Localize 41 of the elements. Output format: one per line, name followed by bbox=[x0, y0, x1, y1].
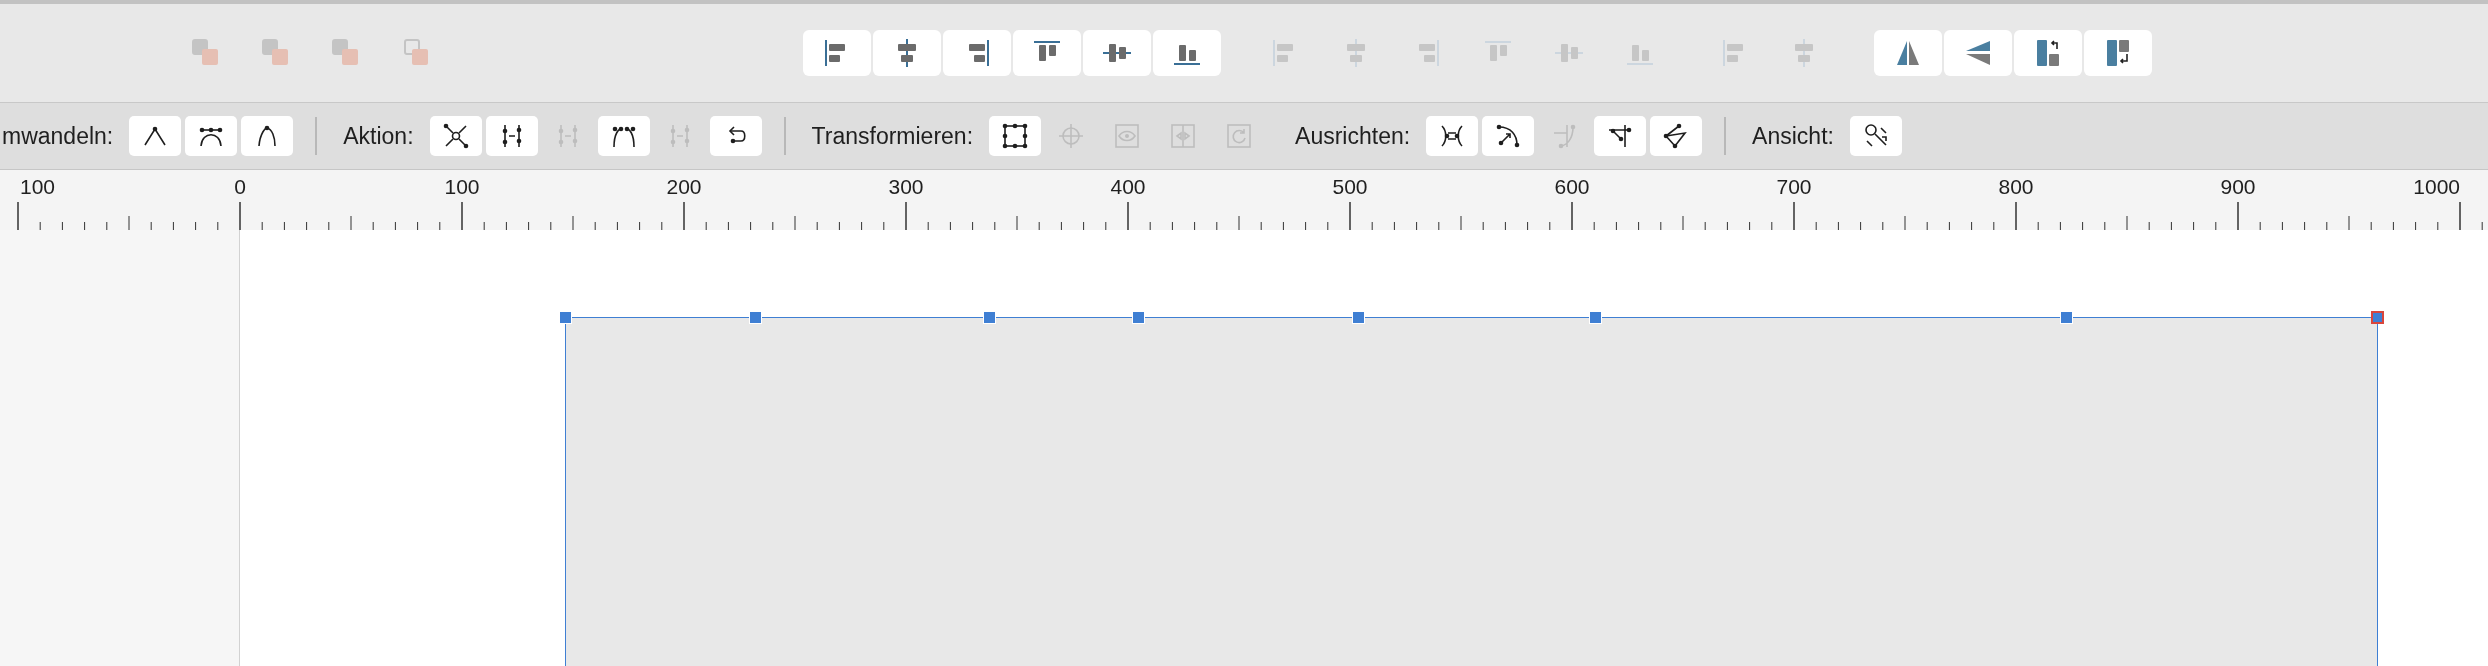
ruler-label: 900 bbox=[2220, 175, 2256, 198]
ruler-label: 100 bbox=[444, 175, 480, 198]
node-tool-button[interactable] bbox=[1849, 116, 1902, 156]
ruler-label: 600 bbox=[1554, 175, 1590, 198]
toolbar-label: Aktion: bbox=[343, 121, 414, 151]
toolbar-button[interactable] bbox=[873, 30, 941, 76]
ruler-label: 800 bbox=[1998, 175, 2034, 198]
node-tool-button[interactable] bbox=[129, 116, 182, 156]
node-tool-button[interactable] bbox=[1482, 116, 1535, 156]
node-tool-button[interactable] bbox=[485, 116, 538, 156]
toolbar-button[interactable] bbox=[2014, 30, 2082, 76]
node-tool-button[interactable] bbox=[241, 116, 294, 156]
node-tool-button[interactable] bbox=[709, 116, 762, 156]
node-tool-button[interactable] bbox=[1594, 116, 1647, 156]
toolbar-button[interactable] bbox=[1944, 30, 2012, 76]
toolbar-button[interactable] bbox=[2084, 30, 2152, 76]
toolbar-button[interactable] bbox=[1083, 30, 1151, 76]
toolbar-label: Transformieren: bbox=[811, 121, 974, 151]
node-tool-button[interactable] bbox=[429, 116, 482, 156]
toolbar-button[interactable] bbox=[1013, 30, 1081, 76]
node-tool-button[interactable] bbox=[597, 116, 650, 156]
toolbar-label: Ansicht: bbox=[1752, 121, 1834, 151]
toolbar-button[interactable] bbox=[803, 30, 871, 76]
ruler-label: 200 bbox=[666, 175, 702, 198]
toolbar-button[interactable] bbox=[943, 30, 1011, 76]
node-tool-button[interactable] bbox=[185, 116, 238, 156]
node-tool-button[interactable] bbox=[1426, 116, 1479, 156]
toolbar-button[interactable] bbox=[1874, 30, 1942, 76]
selection-handle[interactable] bbox=[2371, 311, 2384, 324]
ruler-label: 100 bbox=[20, 175, 56, 198]
ruler-label: 400 bbox=[1110, 175, 1146, 198]
toolbar-label: mwandeln: bbox=[2, 121, 114, 151]
ruler-label: 700 bbox=[1776, 175, 1812, 198]
toolbar-label: Ausrichten: bbox=[1295, 121, 1411, 151]
ruler-label: 1000 bbox=[2413, 175, 2460, 198]
ruler-label: 300 bbox=[888, 175, 924, 198]
node-tool-button[interactable] bbox=[1650, 116, 1703, 156]
ruler-label: 500 bbox=[1332, 175, 1368, 198]
node-tool-button[interactable] bbox=[989, 116, 1042, 156]
ruler-label: 0 bbox=[234, 175, 246, 198]
toolbar-button[interactable] bbox=[1153, 30, 1221, 76]
